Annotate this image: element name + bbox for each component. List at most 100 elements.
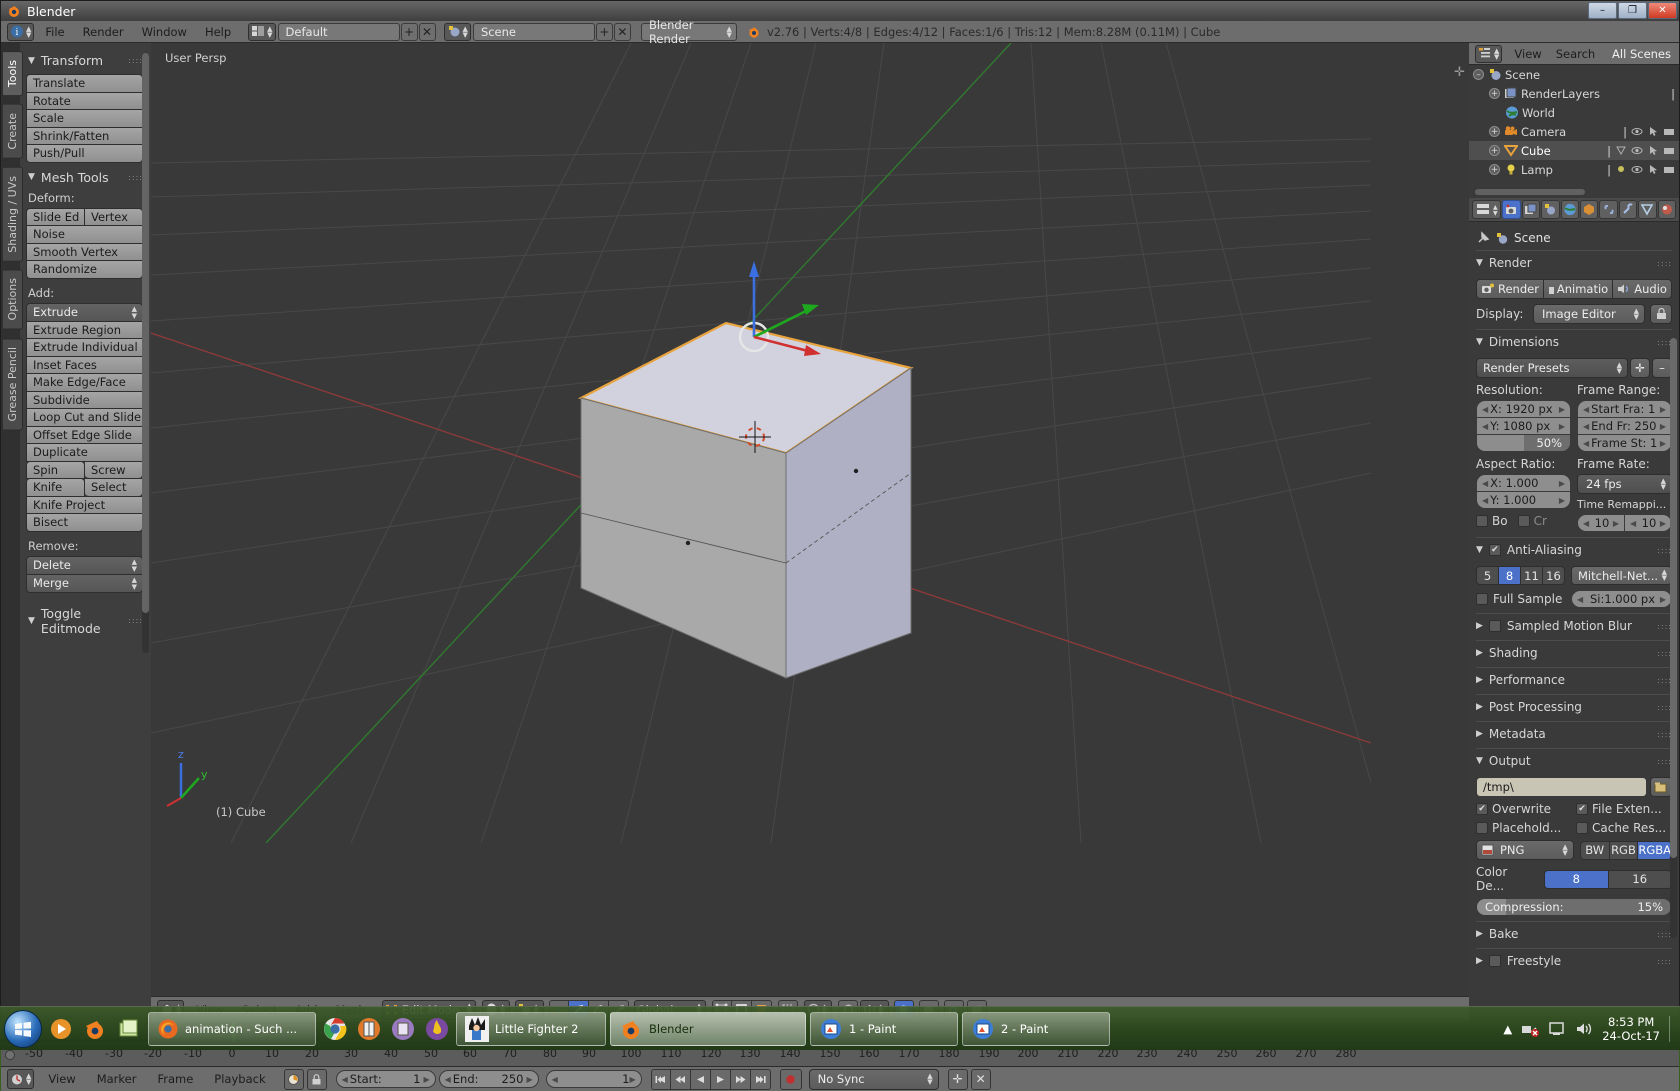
outliner-display-mode[interactable]: All Scenes <box>1608 45 1675 63</box>
end-frame-field[interactable]: ◀ End Fr: 250 ▶ <box>1577 417 1672 435</box>
frame-rate-dropdown[interactable]: 24 fps ▲ ▼ <box>1577 474 1672 494</box>
push-pull-button[interactable]: Push/Pull <box>26 144 143 163</box>
menu-file[interactable]: File <box>36 23 73 41</box>
remove-preset-button[interactable]: – <box>1652 358 1672 378</box>
screen-layout-field[interactable]: Default <box>277 22 400 41</box>
translate-button[interactable]: Translate <box>26 74 143 93</box>
aa-samples-8[interactable]: 8 <box>1499 566 1521 585</box>
inset-faces-button[interactable]: Inset Faces <box>26 355 143 374</box>
extrude-dropdown[interactable]: Extrude ▲ ▼ <box>26 302 143 322</box>
taskbar-item-paint-1[interactable]: 1 - Paint <box>810 1011 958 1046</box>
full-sample-checkbox[interactable]: ✔ <box>1476 593 1488 605</box>
smooth-vertex-button[interactable]: Smooth Vertex <box>26 242 143 261</box>
tab-render-properties[interactable] <box>1502 200 1521 219</box>
freestyle-section-header[interactable]: ▶ ✔ Freestyle :::: <box>1476 948 1672 972</box>
start-button[interactable] <box>4 1009 42 1048</box>
quicklaunch-blender-icon[interactable] <box>80 1012 110 1046</box>
sampled-motion-blur-section-header[interactable]: ▶ ✔ Sampled Motion Blur :::: <box>1476 613 1672 637</box>
color-depth-8[interactable]: 8 <box>1544 869 1609 889</box>
dimensions-section-header[interactable]: ▼ Dimensions :::: <box>1476 329 1672 353</box>
network-icon[interactable] <box>1521 1021 1540 1037</box>
taskbar-item-paint-2[interactable]: 2 - Paint <box>962 1011 1110 1046</box>
editor-type-selector[interactable]: i ▲ ▼ <box>7 22 35 41</box>
screen-layout-icon-dropdown[interactable]: ▲ ▼ <box>248 22 276 41</box>
play-button[interactable] <box>710 1068 731 1090</box>
spin-button[interactable]: Spin <box>26 460 85 479</box>
chevron-right-icon[interactable]: ▶ <box>1660 405 1666 414</box>
timeline-menu-playback[interactable]: Playback <box>205 1070 274 1088</box>
chevron-right-icon[interactable]: ▶ <box>1559 405 1565 414</box>
tab-render-layers-properties[interactable] <box>1521 200 1541 219</box>
expander-toggle[interactable]: + <box>1489 88 1500 99</box>
outliner-menu-search[interactable]: Search <box>1552 45 1600 63</box>
taskbar-item-blender[interactable]: Blender <box>610 1011 806 1046</box>
properties-editor-type-selector[interactable]: ▲ ▼ <box>1472 200 1502 219</box>
outliner-row-camera[interactable]: + Camera | <box>1469 122 1679 141</box>
display-mode-dropdown[interactable]: Image Editor ▲ ▼ <box>1533 304 1645 324</box>
performance-section-header[interactable]: ▶ Performance :::: <box>1476 667 1672 691</box>
quicklaunch-folder-icon[interactable] <box>114 1012 144 1046</box>
scale-button[interactable]: Scale <box>26 109 143 128</box>
browse-output-folder-button[interactable] <box>1650 777 1672 797</box>
menu-help[interactable]: Help <box>196 23 240 41</box>
color-mode-bw[interactable]: BW <box>1579 840 1610 860</box>
toggle-editmode-panel-header[interactable]: ▼ Toggle Editmode :::: <box>28 606 143 636</box>
close-button[interactable]: ✕ <box>1648 2 1677 19</box>
expander-toggle[interactable]: + <box>1489 145 1500 156</box>
cache-result-checkbox[interactable]: ✔ <box>1576 822 1588 834</box>
maximize-button[interactable]: ❐ <box>1618 2 1647 19</box>
menu-window[interactable]: Window <box>133 23 196 41</box>
chevron-right-icon[interactable]: ▶ <box>1559 496 1565 505</box>
aspect-y-field[interactable]: ◀ Y: 1.000 ▶ <box>1476 491 1571 509</box>
outliner-row-cube[interactable]: + Cube | <box>1469 141 1679 160</box>
subdivide-button[interactable]: Subdivide <box>26 390 143 409</box>
aspect-x-field[interactable]: ◀ X: 1.000 ▶ <box>1476 474 1571 492</box>
time-remap-old-field[interactable]: ◀ 10 ▶ <box>1577 514 1625 532</box>
chevron-right-icon[interactable]: ▶ <box>629 1075 635 1084</box>
taskbar-item-app-fire[interactable] <box>422 1012 452 1046</box>
display-icon[interactable] <box>1548 1021 1566 1037</box>
extrude-individual-button[interactable]: Extrude Individual <box>26 338 143 357</box>
taskbar-item-firefox[interactable]: animation - Such ... <box>148 1011 316 1046</box>
outliner-row-renderlayers[interactable]: + RenderLayers | <box>1469 84 1679 103</box>
tab-scene-properties[interactable] <box>1541 200 1560 219</box>
duplicate-button[interactable]: Duplicate <box>26 443 143 462</box>
scene-field[interactable]: Scene <box>472 22 595 41</box>
bisect-button[interactable]: Bisect <box>26 513 143 532</box>
aa-size-field[interactable]: ◀ Si:1.000 px ▶ <box>1571 590 1672 608</box>
expander-toggle[interactable]: + <box>1489 164 1500 175</box>
taskbar-clock[interactable]: 8:53 PM 24-Oct-17 <box>1602 1015 1660 1043</box>
taskbar-item-chrome[interactable] <box>320 1012 350 1046</box>
knife-project-button[interactable]: Knife Project <box>26 495 143 514</box>
merge-dropdown[interactable]: Merge ▲ ▼ <box>26 573 143 593</box>
start-frame-field[interactable]: ◀ Start Fra: 1 ▶ <box>1577 400 1672 418</box>
properties-scrollbar[interactable] <box>1670 338 1677 938</box>
resolution-percentage-slider[interactable]: 50% <box>1476 434 1571 452</box>
randomize-button[interactable]: Randomize <box>26 260 143 279</box>
transform-panel-header[interactable]: ▼ Transform :::: <box>28 53 143 68</box>
start-frame-timeline-field[interactable]: ◀ Start: 1 ▶ <box>335 1070 436 1088</box>
noise-button[interactable]: Noise <box>26 225 143 244</box>
chevron-right-icon[interactable]: ▶ <box>1613 519 1619 528</box>
add-preset-button[interactable]: ✛ <box>1630 358 1650 378</box>
volume-icon[interactable] <box>1575 1021 1593 1037</box>
chevron-right-icon[interactable]: ▶ <box>1660 519 1666 528</box>
make-edge-face-button[interactable]: Make Edge/Face <box>26 373 143 392</box>
menu-render[interactable]: Render <box>74 23 133 41</box>
rotate-button[interactable]: Rotate <box>26 91 143 110</box>
outliner-menu-view[interactable]: View <box>1510 45 1545 63</box>
resolution-y-field[interactable]: ◀ Y: 1080 px ▶ <box>1476 417 1571 435</box>
screw-button[interactable]: Screw <box>85 460 143 479</box>
quicklaunch-media-player[interactable] <box>46 1012 76 1046</box>
end-frame-timeline-field[interactable]: ◀ End: 250 ▶ <box>438 1070 539 1088</box>
file-extensions-checkbox[interactable]: ✔ <box>1576 803 1588 815</box>
chevron-right-icon[interactable]: ▶ <box>1559 422 1565 431</box>
aa-samples-5[interactable]: 5 <box>1476 566 1499 585</box>
aa-samples-16[interactable]: 16 <box>1543 566 1565 585</box>
tab-object-properties[interactable] <box>1579 200 1599 219</box>
motion-blur-checkbox[interactable]: ✔ <box>1488 620 1501 632</box>
outliner-scrollbar[interactable] <box>1475 189 1585 195</box>
tab-constraints-properties[interactable] <box>1599 200 1618 219</box>
previous-keyframe-button[interactable] <box>670 1068 691 1090</box>
keying-set-remove-button[interactable]: ✕ <box>970 1068 991 1090</box>
